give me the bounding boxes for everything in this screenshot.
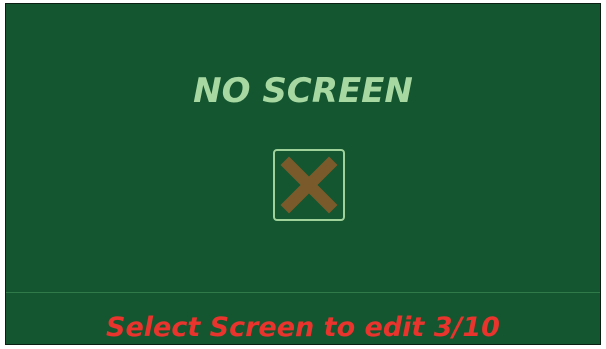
screen-panel: NO SCREEN Select Screen to edit 3/10 xyxy=(5,3,601,345)
no-screen-title: NO SCREEN xyxy=(193,71,413,111)
select-screen-status: Select Screen to edit 3/10 xyxy=(106,312,500,343)
footer-divider xyxy=(6,292,600,293)
close-x-icon xyxy=(280,156,338,214)
empty-screen-slot[interactable] xyxy=(273,149,345,221)
